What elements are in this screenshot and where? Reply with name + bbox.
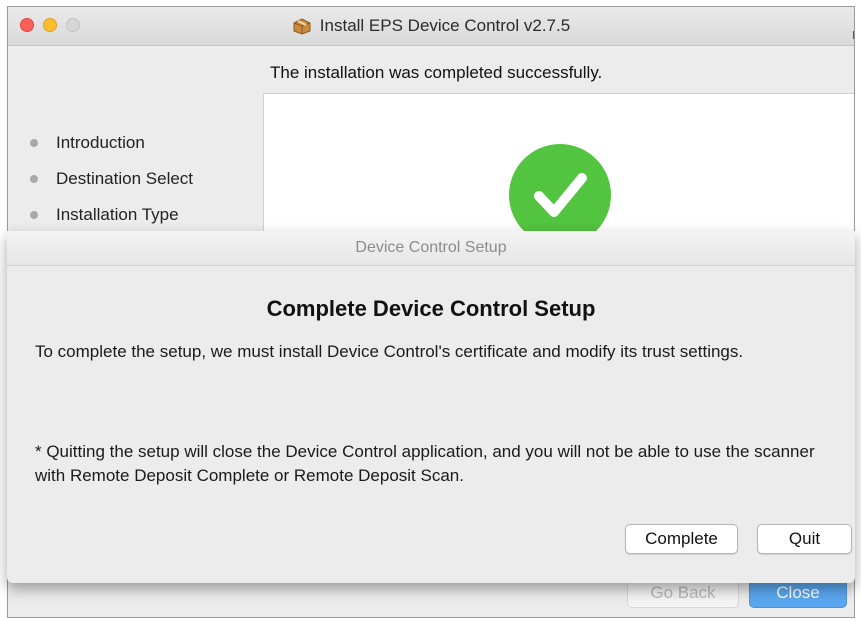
- dialog-note: * Quitting the setup will close the Devi…: [35, 442, 815, 485]
- step-introduction: Introduction: [30, 125, 193, 161]
- step-label: Destination Select: [56, 169, 194, 188]
- step-bullet-icon: [30, 139, 38, 147]
- dialog-heading: Complete Device Control Setup: [266, 296, 596, 321]
- title-bar[interactable]: Install EPS Device Control v2.7.5: [8, 7, 854, 46]
- installer-steps: Introduction Destination Select Installa…: [30, 125, 193, 233]
- device-control-setup-dialog: Device Control Setup Complete Device Con…: [7, 231, 855, 583]
- package-icon: [292, 17, 312, 35]
- step-destination-select: Destination Select: [30, 161, 193, 197]
- step-bullet-icon: [30, 211, 38, 219]
- dialog-title: Device Control Setup: [7, 231, 855, 266]
- complete-button[interactable]: Complete: [625, 524, 738, 554]
- install-result-pane: [263, 93, 854, 253]
- window-title: Install EPS Device Control v2.7.5: [8, 7, 854, 45]
- dialog-message: To complete the setup, we must install D…: [35, 342, 744, 361]
- step-bullet-icon: [30, 175, 38, 183]
- step-label: Installation Type: [56, 205, 179, 224]
- install-status-headline: The installation was completed successfu…: [270, 63, 603, 82]
- resize-edge: [853, 31, 854, 39]
- step-installation-type: Installation Type: [30, 197, 193, 233]
- quit-button[interactable]: Quit: [757, 524, 852, 554]
- window-title-text: Install EPS Device Control v2.7.5: [319, 16, 571, 35]
- step-label: Introduction: [56, 133, 145, 152]
